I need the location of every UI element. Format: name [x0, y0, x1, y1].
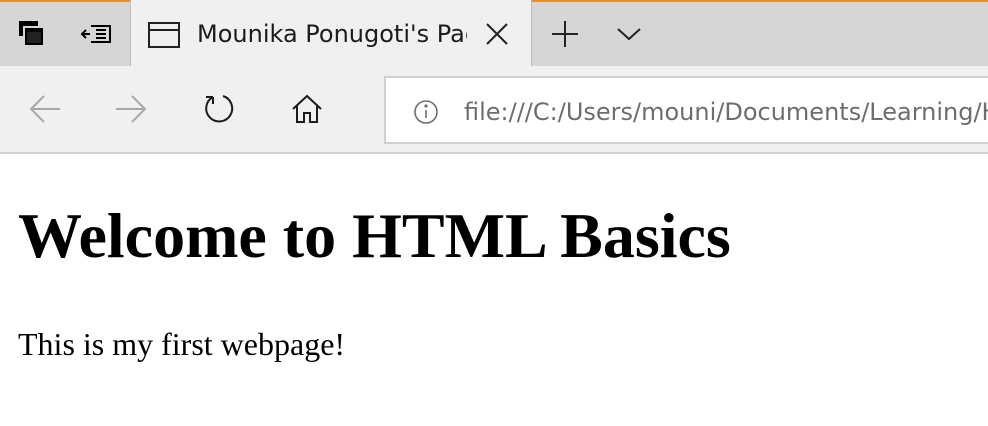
new-tab-button[interactable]: [536, 2, 594, 66]
chevron-down-icon: [615, 25, 643, 43]
back-button[interactable]: [22, 88, 68, 134]
home-icon: [291, 94, 323, 129]
tab-close-button[interactable]: [483, 22, 511, 50]
url-text[interactable]: file:///C:/Users/mouni/Documents/Learnin…: [464, 94, 988, 130]
address-bar[interactable]: file:///C:/Users/mouni/Documents/Learnin…: [384, 76, 988, 144]
tab-strip: Mounika Ponugoti's Page: [0, 0, 988, 68]
plus-icon: [550, 19, 580, 49]
tab-preview-button[interactable]: [598, 2, 660, 66]
forward-button[interactable]: [108, 88, 154, 134]
tab-title: Mounika Ponugoti's Page: [197, 20, 467, 48]
page-content: Welcome to HTML Basics This is my first …: [18, 156, 978, 364]
navigation-bar: file:///C:/Users/mouni/Documents/Learnin…: [0, 66, 988, 154]
tabs-overview-button[interactable]: [0, 2, 64, 66]
info-icon[interactable]: [412, 98, 440, 126]
refresh-button[interactable]: [196, 88, 242, 134]
forward-arrow-icon: [114, 94, 148, 129]
set-tabs-aside-icon: [79, 21, 113, 47]
back-arrow-icon: [28, 94, 62, 129]
tabs-overview-icon: [17, 19, 47, 49]
set-tabs-aside-button[interactable]: [64, 2, 128, 66]
home-button[interactable]: [284, 88, 330, 134]
page-paragraph: This is my first webpage!: [18, 326, 346, 362]
close-icon: [484, 21, 510, 52]
page-icon: [147, 21, 181, 54]
active-tab[interactable]: Mounika Ponugoti's Page: [130, 0, 532, 68]
refresh-icon: [202, 92, 236, 131]
page-heading: Welcome to HTML Basics: [18, 200, 731, 271]
